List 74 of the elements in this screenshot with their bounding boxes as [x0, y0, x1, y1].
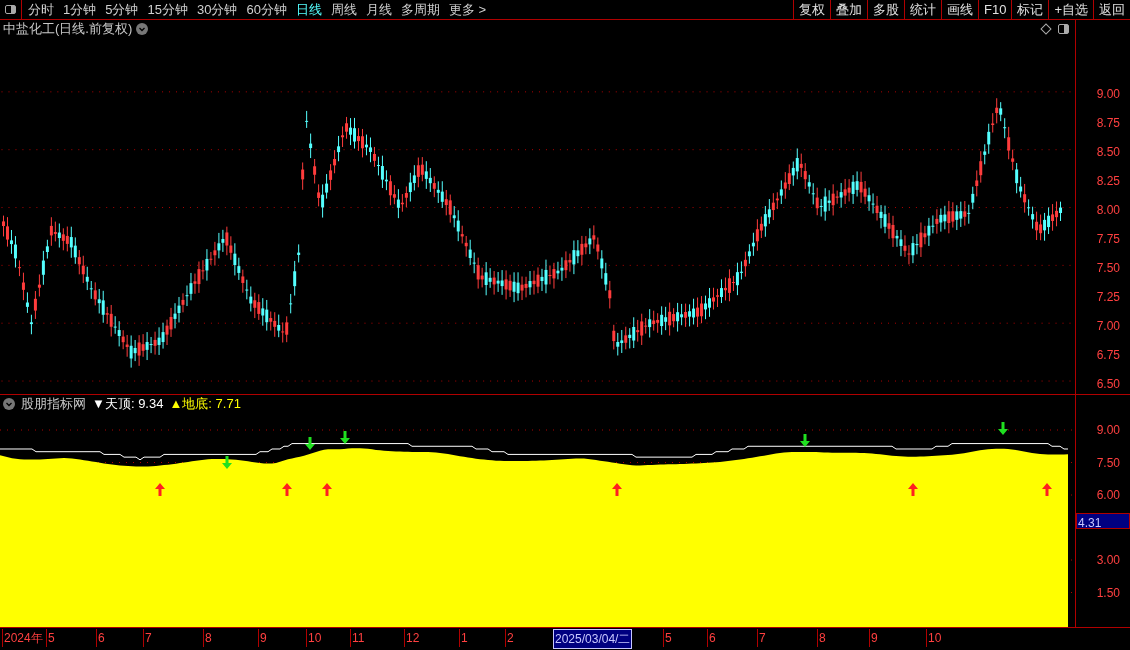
down-arrow-icon — [222, 456, 232, 469]
toolbar-button[interactable]: 多股 — [867, 0, 904, 19]
date-axis-label: 6 — [96, 629, 106, 647]
indicator-axis-label: 7.50 — [1096, 454, 1120, 472]
down-arrow-icon — [340, 431, 350, 444]
period-tab[interactable]: 30分钟 — [196, 0, 238, 20]
indicator-axis-label: 1.50 — [1096, 584, 1120, 602]
toolbar-button[interactable]: +自选 — [1048, 0, 1093, 19]
period-tab[interactable]: 更多 > — [448, 0, 487, 20]
price-axis-label: 6.75 — [1096, 347, 1120, 364]
date-axis-label: 9 — [258, 629, 268, 647]
up-arrow-icon — [155, 483, 165, 496]
up-arrow-icon — [612, 483, 622, 496]
period-tab[interactable]: 多周期 — [400, 0, 440, 20]
indicator-value: ▲地底: 7.71 — [169, 395, 241, 414]
up-arrow-icon — [1042, 483, 1052, 496]
panel-toggle-icon[interactable] — [1058, 24, 1069, 34]
period-tab[interactable]: 1分钟 — [63, 0, 97, 20]
down-arrow-icon — [800, 434, 810, 447]
up-arrow-icon — [322, 483, 332, 496]
toolbar-button[interactable]: 返回 — [1093, 0, 1130, 19]
date-axis-label: 9 — [869, 629, 879, 647]
price-axis-label: 6.50 — [1096, 376, 1120, 393]
down-arrow-icon — [998, 422, 1008, 435]
price-axis-label: 8.75 — [1096, 115, 1120, 132]
toolbar-button[interactable]: 叠加 — [830, 0, 867, 19]
date-axis-label: 8 — [203, 629, 213, 647]
price-axis-label: 9.00 — [1096, 86, 1120, 103]
period-tab[interactable]: 15分钟 — [147, 0, 188, 20]
period-tab[interactable]: 60分钟 — [246, 0, 287, 20]
indicator-axis-label: 3.00 — [1096, 552, 1120, 569]
period-tab[interactable]: 月线 — [365, 0, 392, 20]
price-axis-label: 8.50 — [1096, 144, 1120, 161]
cursor-value-label: 4.31 — [1076, 513, 1130, 529]
date-axis-label: 11 — [350, 629, 366, 647]
date-axis-label: 10 — [306, 629, 323, 647]
dropdown-icon[interactable] — [136, 23, 149, 35]
date-axis-label: 10 — [926, 629, 943, 647]
toolbar-button[interactable]: 复权 — [793, 0, 830, 19]
price-axis-label: 7.25 — [1096, 289, 1120, 306]
indicator-axis-label: 9.00 — [1096, 422, 1120, 439]
chart-title: 中盐化工(日线.前复权) — [3, 20, 133, 39]
dropdown-icon[interactable] — [3, 398, 15, 410]
toolbar-button[interactable]: 标记 — [1011, 0, 1049, 19]
date-axis-label: 2025/03/04/二 — [553, 629, 633, 649]
price-axis-label: 8.00 — [1096, 202, 1120, 219]
down-arrow-icon — [305, 437, 315, 450]
date-axis-label: 7 — [757, 629, 767, 647]
date-axis-label: 5 — [663, 629, 673, 647]
price-axis-label: 7.00 — [1096, 318, 1120, 335]
period-tab[interactable]: 周线 — [330, 0, 357, 20]
date-axis-label: 7 — [143, 629, 153, 647]
date-axis-label: 2024年 — [2, 629, 44, 647]
toolbar-button[interactable]: F10 — [978, 0, 1012, 19]
date-axis-label: 8 — [817, 629, 827, 647]
price-axis-label: 8.25 — [1096, 173, 1120, 190]
up-arrow-icon — [282, 483, 292, 496]
period-tab[interactable]: 日线 — [295, 0, 322, 20]
price-axis-label: 7.50 — [1096, 260, 1120, 277]
date-axis-label: 2 — [505, 629, 515, 647]
price-axis-label: 7.75 — [1096, 231, 1120, 248]
period-tab[interactable]: 分时 — [28, 0, 54, 20]
period-tab[interactable]: 5分钟 — [105, 0, 139, 20]
date-axis-label: 6 — [707, 629, 717, 647]
date-axis-label: 12 — [404, 629, 421, 647]
panel-toggle-icon[interactable] — [5, 5, 16, 14]
date-axis-label: 1 — [459, 629, 469, 647]
indicator-value: ▼天顶: 9.34 — [92, 395, 164, 414]
indicator-name: 股朋指标网 — [21, 395, 86, 414]
indicator-axis-label: 6.00 — [1096, 487, 1120, 504]
date-axis-label: 5 — [46, 629, 56, 647]
toolbar-button[interactable]: 统计 — [904, 0, 941, 19]
up-arrow-icon — [908, 483, 918, 496]
toolbar-button[interactable]: 画线 — [941, 0, 978, 19]
